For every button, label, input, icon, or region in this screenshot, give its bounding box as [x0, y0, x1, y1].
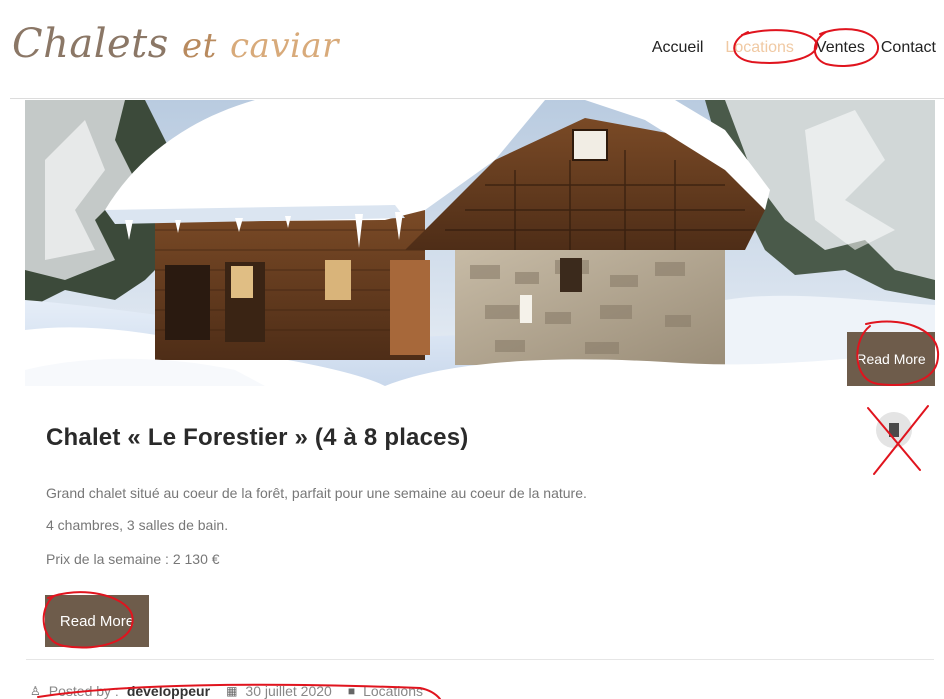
posted-by-label: Posted by :: [48, 683, 119, 699]
folder-icon: ■: [347, 684, 356, 698]
author-link[interactable]: developpeur: [127, 683, 210, 699]
calendar-icon: ▦: [226, 684, 238, 698]
post-rooms: 4 chambres, 3 salles de bain.: [46, 517, 229, 533]
main-nav: Accueil Locations Ventes Contact: [638, 36, 936, 60]
site-header: Chalets et caviar Accueil Locations Vent…: [0, 0, 944, 98]
logo-word-caviar: caviar: [230, 26, 339, 66]
post-divider: [26, 659, 934, 660]
post-price: Prix de la semaine : 2 130 €: [46, 551, 220, 567]
logo-word-chalets: Chalets: [12, 21, 169, 67]
chalet-photo: [25, 100, 935, 386]
site-logo[interactable]: Chalets et caviar: [12, 14, 339, 76]
user-icon: ♙: [30, 684, 41, 698]
post-format-icon: [876, 412, 912, 448]
header-divider: [10, 98, 944, 99]
nav-item-accueil[interactable]: Accueil: [652, 39, 704, 57]
hero-read-more-button[interactable]: Read More: [847, 332, 935, 386]
nav-item-contact[interactable]: Contact: [881, 39, 936, 57]
post-meta: ♙ Posted by : developpeur ▦ 30 juillet 2…: [30, 683, 423, 699]
post-date: 30 juillet 2020: [245, 683, 332, 699]
hero-image[interactable]: Read More: [25, 100, 935, 386]
post-description: Grand chalet situé au coeur de la forêt,…: [46, 485, 587, 501]
nav-item-locations[interactable]: Locations: [725, 39, 794, 57]
read-more-button[interactable]: Read More: [45, 595, 149, 647]
logo-word-et: et: [182, 26, 217, 66]
post-title[interactable]: Chalet « Le Forestier » (4 à 8 places): [46, 424, 468, 452]
nav-item-ventes[interactable]: Ventes: [816, 39, 865, 57]
category-link[interactable]: Locations: [363, 683, 423, 699]
document-icon: [889, 423, 899, 437]
